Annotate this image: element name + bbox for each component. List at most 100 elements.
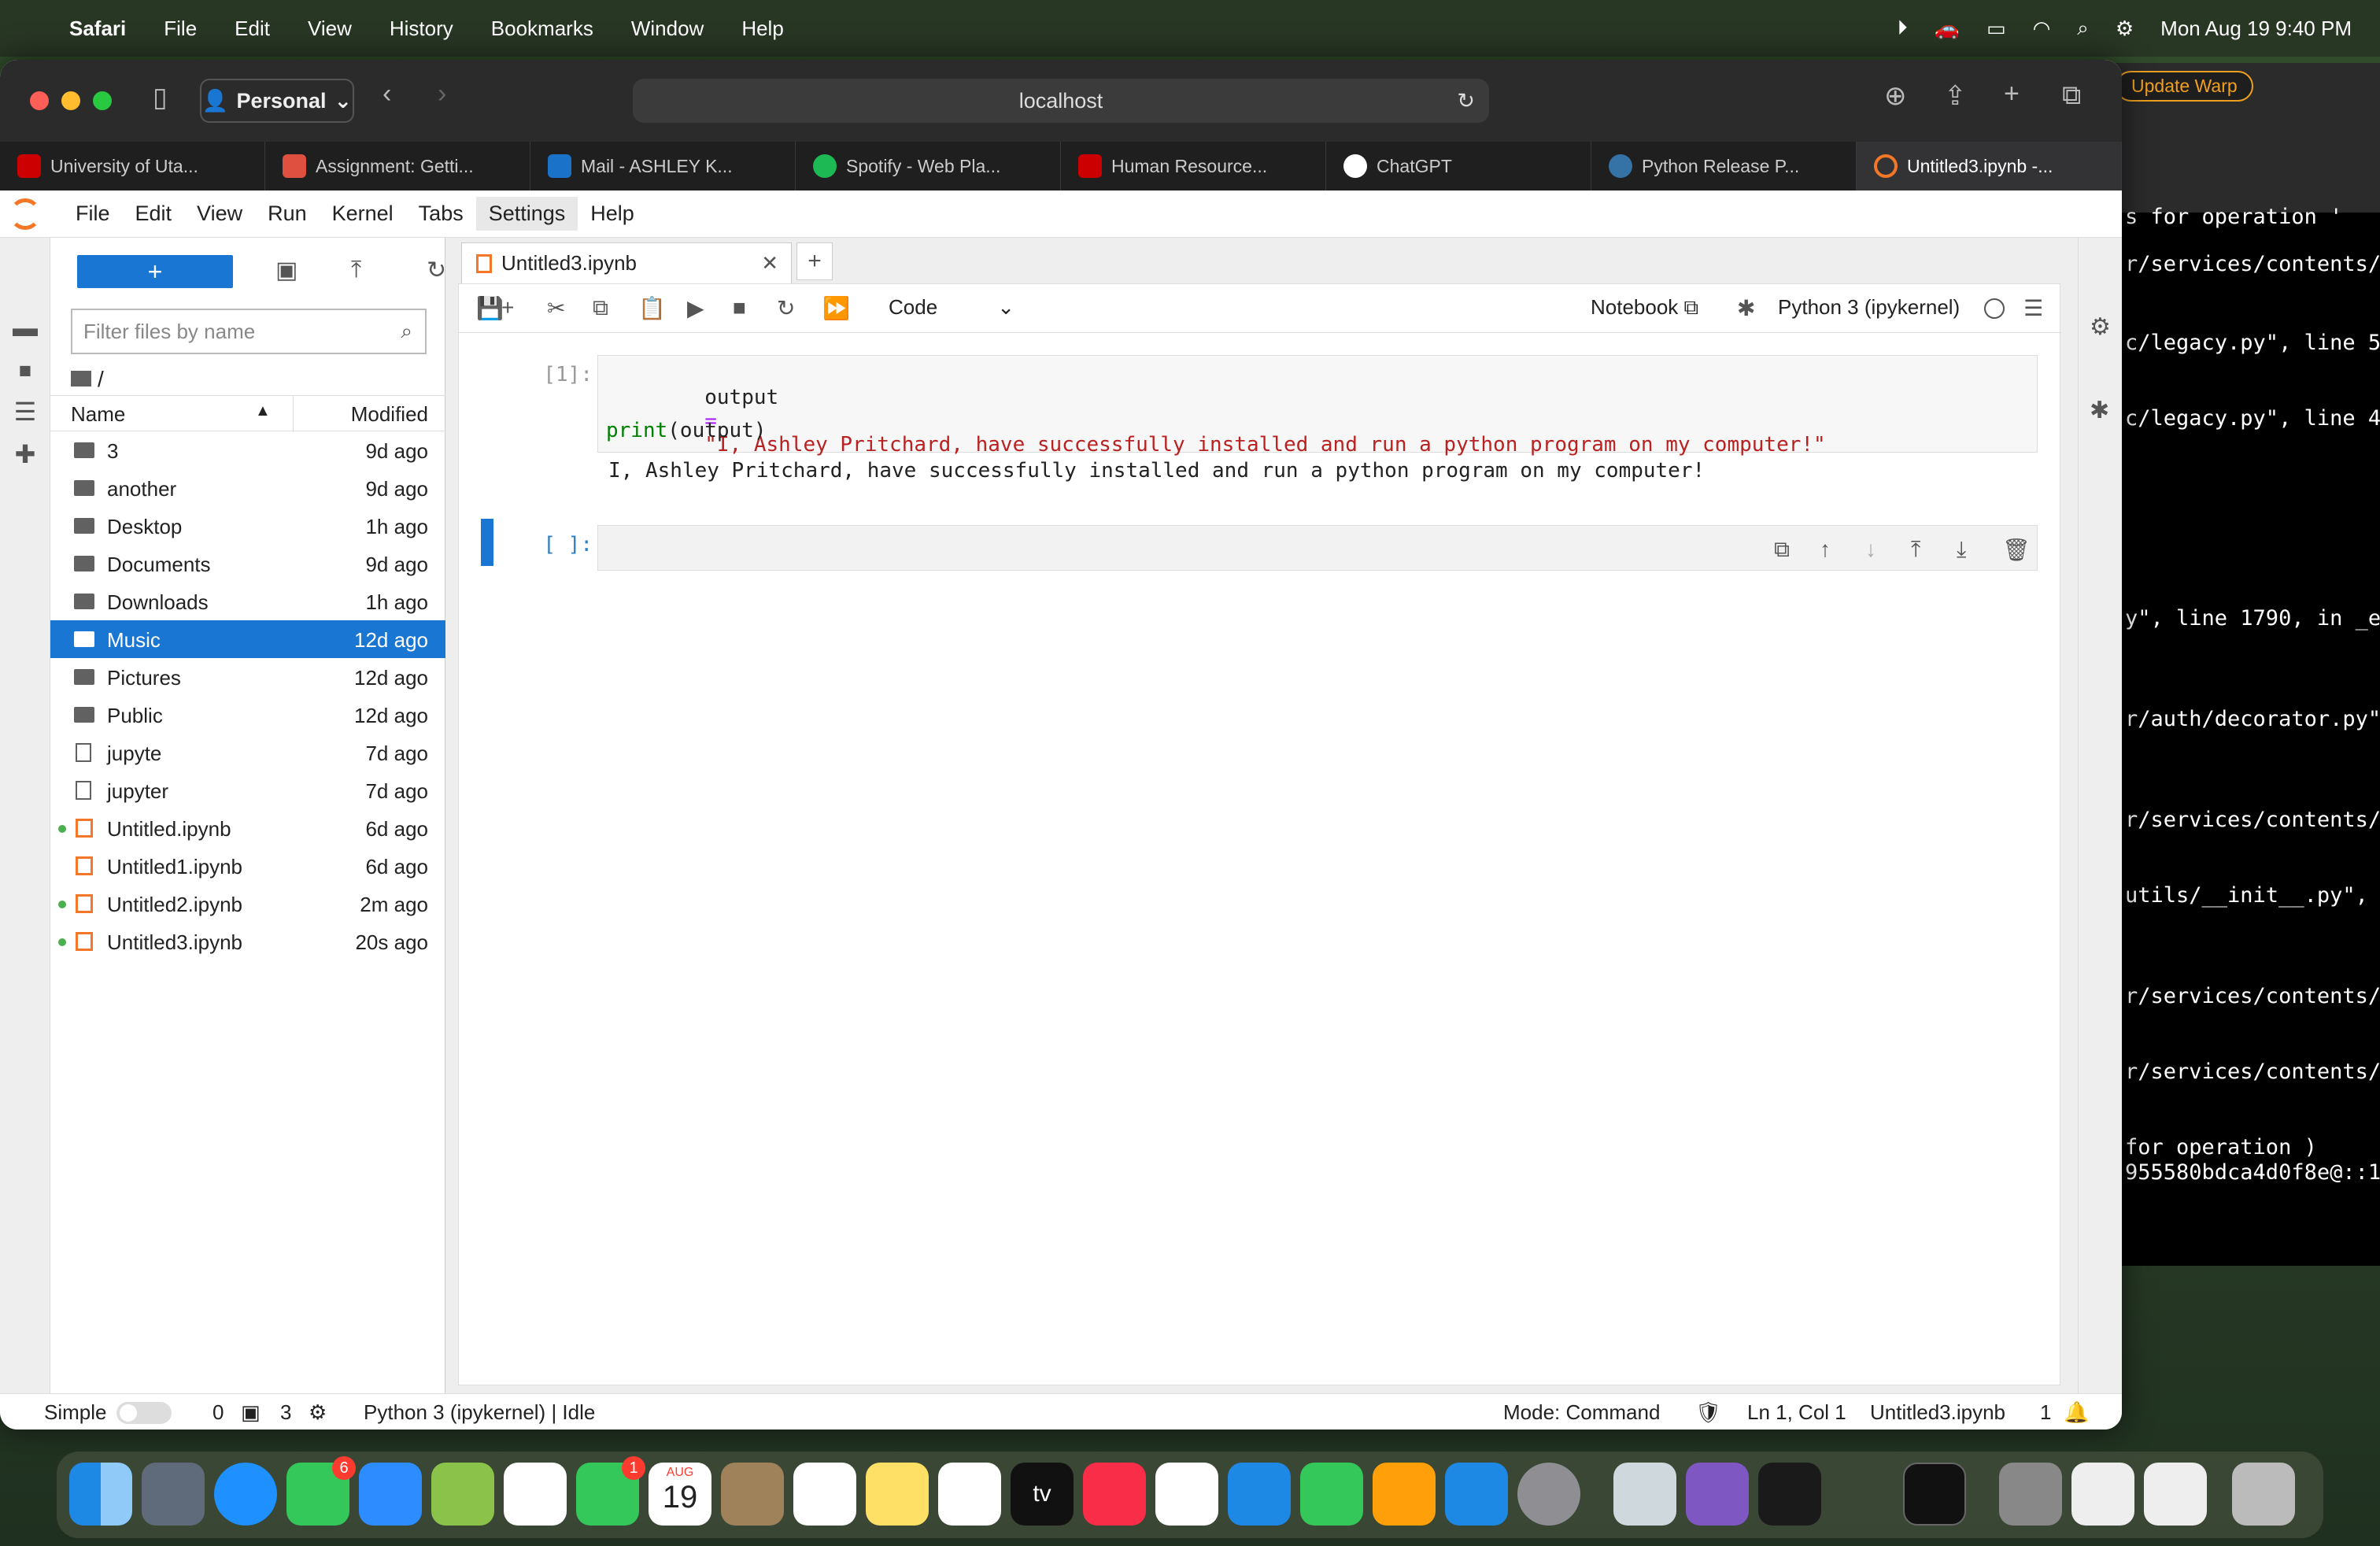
jmenu-settings[interactable]: Settings bbox=[475, 197, 578, 231]
photos-icon[interactable] bbox=[504, 1463, 567, 1526]
jmenu-tabs[interactable]: Tabs bbox=[406, 197, 476, 231]
running-kernels-icon[interactable]: ⏹ bbox=[11, 356, 39, 384]
insert-below-icon[interactable]: ⤓ bbox=[1957, 537, 1966, 563]
pen-icon[interactable] bbox=[1831, 1463, 1894, 1526]
menu-help[interactable]: Help bbox=[741, 17, 783, 41]
system-settings-icon[interactable] bbox=[1517, 1463, 1580, 1526]
file-row[interactable]: Untitled3.ipynb 20s ago bbox=[50, 923, 445, 960]
menu-bookmarks[interactable]: Bookmarks bbox=[491, 17, 593, 41]
file-row[interactable]: Desktop 1h ago bbox=[50, 507, 445, 545]
mail-icon[interactable] bbox=[359, 1463, 422, 1526]
tv-icon[interactable]: tv bbox=[1011, 1463, 1074, 1526]
cursor-position[interactable]: Ln 1, Col 1 bbox=[1747, 1400, 1846, 1425]
tab-overview-icon[interactable]: ⧉ bbox=[2062, 80, 2081, 111]
file-row[interactable]: Untitled2.ipynb 2m ago bbox=[50, 885, 445, 923]
pages-icon[interactable] bbox=[1373, 1463, 1436, 1526]
menu-app-name[interactable]: Safari bbox=[69, 17, 126, 41]
wifi-icon[interactable]: ◠ bbox=[2033, 17, 2051, 41]
file-row[interactable]: jupyte 7d ago bbox=[50, 734, 445, 771]
new-tab-icon[interactable]: + bbox=[2004, 79, 2020, 109]
bell-icon[interactable]: 🔔 bbox=[2064, 1400, 2089, 1425]
file-row[interactable]: Pictures 12d ago bbox=[50, 658, 445, 696]
jmenu-run[interactable]: Run bbox=[255, 197, 320, 231]
save-icon[interactable]: 💾 bbox=[476, 295, 504, 321]
kernel-name[interactable]: Python 3 (ipykernel) bbox=[1778, 295, 1960, 320]
sidebar-toggle-icon[interactable]: ▯ bbox=[153, 82, 168, 113]
restart-icon[interactable]: ↻ bbox=[777, 295, 795, 321]
news-icon[interactable] bbox=[1155, 1463, 1218, 1526]
back-icon[interactable]: ‹ bbox=[382, 79, 391, 109]
browser-tab[interactable]: Spotify - Web Pla... bbox=[796, 142, 1061, 190]
copy-icon[interactable]: ⧉ bbox=[593, 295, 608, 321]
downloads-icon[interactable]: ⊕ bbox=[1884, 80, 1907, 112]
browser-tab[interactable]: University of Uta... bbox=[0, 142, 265, 190]
browser-tab[interactable]: Mail - ASHLEY K... bbox=[530, 142, 796, 190]
notebook-tab[interactable]: Untitled3.ipynb ✕ bbox=[461, 242, 792, 283]
screenshot-thumbnail-icon[interactable] bbox=[1999, 1463, 2062, 1526]
browser-tab[interactable]: Assignment: Getti... bbox=[265, 142, 530, 190]
file-row[interactable]: Public 12d ago bbox=[50, 696, 445, 734]
menu-edit[interactable]: Edit bbox=[235, 17, 270, 41]
run-all-icon[interactable]: ⏩ bbox=[822, 295, 850, 321]
insert-above-icon[interactable]: ⤒ bbox=[1911, 537, 1920, 563]
file-row[interactable]: Downloads 1h ago bbox=[50, 583, 445, 620]
menu-window[interactable]: Window bbox=[631, 17, 704, 41]
stop-icon[interactable]: ■ bbox=[733, 295, 746, 320]
table-of-contents-icon[interactable]: ☰ bbox=[11, 397, 39, 426]
file-row[interactable]: Untitled.ipynb 6d ago bbox=[50, 809, 445, 847]
document-thumbnail-icon[interactable] bbox=[2071, 1463, 2134, 1526]
reminders-icon[interactable] bbox=[793, 1463, 856, 1526]
preview-icon[interactable] bbox=[1613, 1463, 1676, 1526]
file-row[interactable]: another 9d ago bbox=[50, 469, 445, 507]
debugger-icon[interactable]: ✱ bbox=[1737, 295, 1755, 321]
browser-tab[interactable]: Human Resource... bbox=[1061, 142, 1326, 190]
run-icon[interactable]: ▶ bbox=[687, 295, 704, 321]
move-down-icon[interactable]: ↓ bbox=[1865, 537, 1876, 562]
jmenu-file[interactable]: File bbox=[63, 197, 123, 231]
new-tab-button[interactable]: + bbox=[796, 242, 833, 280]
terminal-icon[interactable] bbox=[1903, 1463, 1966, 1526]
jmenu-kernel[interactable]: Kernel bbox=[320, 197, 406, 231]
kernel-count[interactable]: 3 bbox=[280, 1400, 291, 1425]
play-status-icon[interactable]: ⏵ bbox=[1898, 16, 1908, 41]
insert-cell-icon[interactable]: + bbox=[501, 295, 514, 320]
spotlight-search-icon[interactable]: ⌕ bbox=[2077, 16, 2089, 41]
document-thumbnail-icon[interactable] bbox=[2144, 1463, 2207, 1526]
battery-icon[interactable]: ▭ bbox=[1986, 17, 2006, 41]
simple-mode-toggle[interactable] bbox=[116, 1402, 172, 1424]
menu-icon[interactable]: ☰ bbox=[2023, 295, 2043, 321]
jmenu-edit[interactable]: Edit bbox=[123, 197, 185, 231]
property-inspector-icon[interactable]: ⚙ bbox=[2090, 313, 2111, 341]
delete-cell-icon[interactable]: 🗑 bbox=[2002, 537, 2031, 563]
paste-icon[interactable]: 📋 bbox=[638, 295, 666, 321]
refresh-icon[interactable]: ↻ bbox=[427, 257, 446, 284]
car-icon[interactable]: 🚗 bbox=[1935, 17, 1960, 41]
breadcrumb[interactable]: / bbox=[71, 367, 104, 392]
code-cell-empty[interactable]: ⧉ ↑ ↓ ⤒ ⤓ 🗑 bbox=[597, 525, 2038, 571]
minimize-window-button[interactable] bbox=[61, 91, 80, 110]
code-cell[interactable]: output = "I, Ashley Pritchard, have succ… bbox=[597, 355, 2038, 457]
browser-tab[interactable]: Python Release P... bbox=[1591, 142, 1857, 190]
file-row[interactable]: 3 9d ago bbox=[50, 431, 445, 469]
maps-icon[interactable] bbox=[431, 1463, 494, 1526]
upload-icon[interactable]: ⤒ bbox=[351, 257, 361, 283]
profile-menu[interactable]: 👤 Personal ⌄ bbox=[200, 79, 354, 123]
browser-tab-active[interactable]: Untitled3.ipynb -... bbox=[1857, 142, 2122, 190]
menu-file[interactable]: File bbox=[164, 17, 197, 41]
jmenu-help[interactable]: Help bbox=[578, 197, 647, 231]
launchpad-icon[interactable] bbox=[142, 1463, 205, 1526]
duplicate-cell-icon[interactable]: ⧉ bbox=[1774, 537, 1790, 563]
modified-column-header[interactable]: Modified bbox=[351, 402, 428, 427]
close-icon[interactable]: ✕ bbox=[761, 251, 778, 276]
jmenu-view[interactable]: View bbox=[184, 197, 255, 231]
file-row[interactable]: Documents 9d ago bbox=[50, 545, 445, 583]
keynote-icon[interactable] bbox=[1228, 1463, 1291, 1526]
new-launcher-button[interactable]: + bbox=[77, 255, 233, 288]
update-warp-button[interactable]: Update Warp bbox=[2116, 71, 2253, 102]
numbers-icon[interactable] bbox=[1300, 1463, 1363, 1526]
contacts-icon[interactable] bbox=[721, 1463, 784, 1526]
menu-history[interactable]: History bbox=[390, 17, 453, 41]
browser-tab[interactable]: ChatGPT bbox=[1326, 142, 1591, 190]
terminal-count[interactable]: 0 bbox=[213, 1400, 224, 1425]
open-notebook-link[interactable]: Notebook ⧉ bbox=[1591, 295, 1698, 320]
